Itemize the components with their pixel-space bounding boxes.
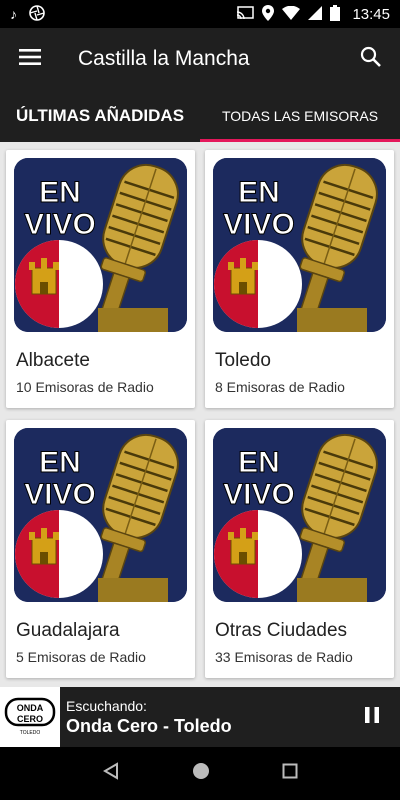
location-icon — [262, 4, 275, 24]
card-toledo[interactable]: EN VIVO Toledo 8 Emisoras de Radio — [205, 150, 394, 408]
station-logo: ONDA CERO TOLEDO — [0, 687, 60, 747]
card-title: Albacete — [16, 350, 90, 371]
card-title: Otras Ciudades — [215, 620, 348, 641]
en-vivo-thumbnail: EN VIVO — [213, 158, 386, 332]
page-title: Castilla la Mancha — [78, 47, 250, 70]
tab-bar: ÚLTIMAS AÑADIDAS TODAS LAS EMISORAS — [0, 90, 400, 142]
svg-text:TOLEDO: TOLEDO — [20, 730, 41, 736]
svg-text:EN: EN — [238, 176, 280, 209]
svg-text:VIVO: VIVO — [24, 208, 96, 241]
card-otras-ciudades[interactable]: EN VIVO Otras Ciudades 33 Emisoras de Ra… — [205, 420, 394, 678]
back-icon[interactable] — [102, 762, 120, 785]
battery-icon — [330, 4, 341, 24]
card-title: Toledo — [215, 350, 271, 371]
svg-text:EN: EN — [238, 446, 280, 479]
music-note-icon: ♪ — [10, 6, 17, 22]
en-vivo-thumbnail: EN VIVO — [14, 158, 187, 332]
status-bar: ♪ 13:45 — [0, 0, 400, 28]
svg-text:VIVO: VIVO — [223, 208, 295, 241]
svg-text:CERO: CERO — [17, 714, 43, 724]
svg-text:VIVO: VIVO — [223, 478, 295, 511]
en-vivo-thumbnail: EN VIVO — [14, 428, 187, 602]
svg-text:EN: EN — [39, 446, 81, 479]
svg-text:VIVO: VIVO — [24, 478, 96, 511]
station-grid: EN VIVO Albacete 10 Emisoras de Radio EN… — [0, 142, 400, 687]
signal-icon — [308, 5, 323, 23]
card-title: Guadalajara — [16, 620, 120, 641]
search-icon[interactable] — [360, 46, 382, 73]
en-vivo-thumbnail: EN VIVO — [213, 428, 386, 602]
cast-icon — [236, 5, 255, 23]
svg-text:ONDA: ONDA — [17, 703, 44, 713]
svg-text:EN: EN — [39, 176, 81, 209]
card-subtitle: 8 Emisoras de Radio — [215, 379, 345, 395]
now-playing-station: Onda Cero - Toledo — [66, 715, 232, 736]
tab-ultimas-anadidas[interactable]: ÚLTIMAS AÑADIDAS — [0, 90, 200, 142]
now-playing-label: Escuchando: — [66, 697, 147, 714]
home-icon[interactable] — [192, 762, 210, 785]
card-albacete[interactable]: EN VIVO Albacete 10 Emisoras de Radio — [6, 150, 195, 408]
app-bar: Castilla la Mancha — [0, 28, 400, 90]
aperture-icon — [29, 4, 45, 24]
now-playing-bar[interactable]: ONDA CERO TOLEDO Escuchando: Onda Cero -… — [0, 687, 400, 747]
pause-icon[interactable] — [364, 706, 380, 729]
menu-icon[interactable] — [18, 47, 42, 72]
card-guadalajara[interactable]: EN VIVO Guadalajara 5 Emisoras de Radio — [6, 420, 195, 678]
wifi-icon — [282, 5, 301, 23]
card-subtitle: 10 Emisoras de Radio — [16, 379, 154, 395]
card-subtitle: 5 Emisoras de Radio — [16, 649, 146, 665]
card-subtitle: 33 Emisoras de Radio — [215, 649, 353, 665]
clock: 13:45 — [352, 5, 390, 23]
recents-icon[interactable] — [282, 763, 298, 784]
tab-todas-las-emisoras[interactable]: TODAS LAS EMISORAS — [200, 90, 400, 142]
system-nav-bar — [0, 747, 400, 800]
